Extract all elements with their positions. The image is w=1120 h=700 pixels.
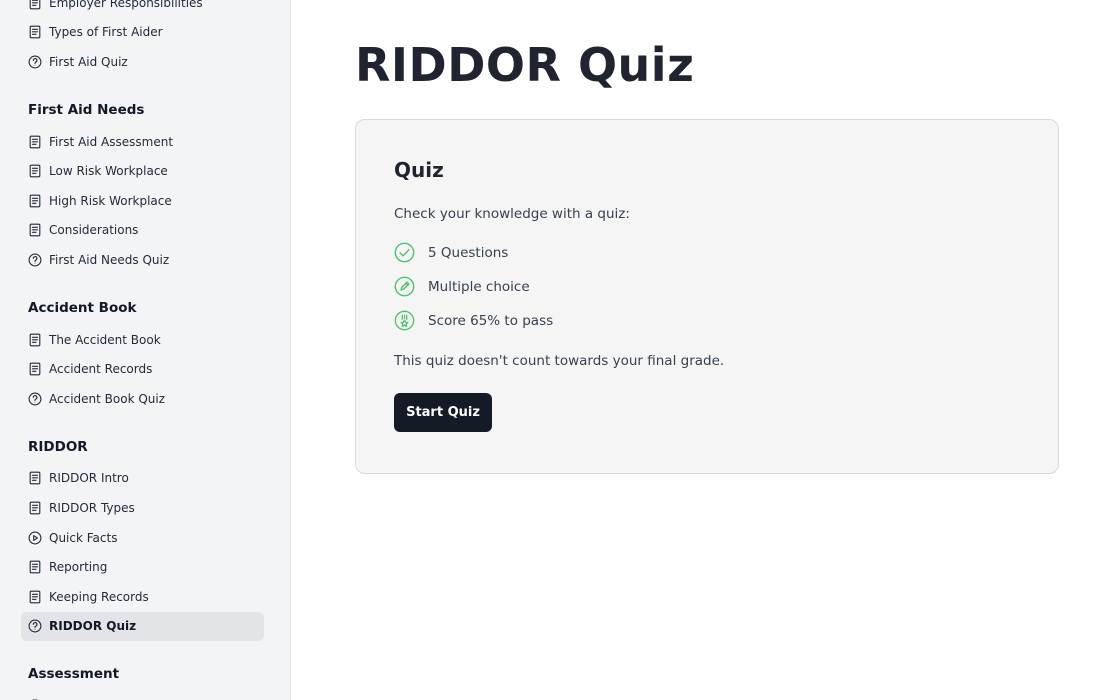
sidebar-item-types-of-first-aider[interactable]: Types of First Aider xyxy=(21,18,264,48)
sidebar-item-employer-responsibilities[interactable]: Employer Responsibilities xyxy=(21,0,264,18)
sidebar-item-keeping-records[interactable]: Keeping Records xyxy=(21,582,264,612)
document-icon xyxy=(28,194,42,208)
quiz-card: Quiz Check your knowledge with a quiz: 5… xyxy=(355,119,1059,474)
document-icon xyxy=(28,0,42,10)
sidebar-item-first-aid-needs-quiz[interactable]: First Aid Needs Quiz xyxy=(21,245,264,275)
sidebar-item-high-risk-workplace[interactable]: High Risk Workplace xyxy=(21,186,264,216)
feature-pass-score: Score 65% to pass xyxy=(394,310,553,331)
play-circle-icon xyxy=(28,531,42,545)
sidebar: Employer Responsibilities Types of First … xyxy=(0,0,291,700)
feature-multiple-choice: Multiple choice xyxy=(394,276,530,297)
document-icon xyxy=(28,471,42,485)
sidebar-item-label: RIDDOR Intro xyxy=(49,471,129,486)
sidebar-item-the-accident-book[interactable]: The Accident Book xyxy=(21,325,264,355)
document-icon xyxy=(28,164,42,178)
start-quiz-button[interactable]: Start Quiz xyxy=(394,393,492,432)
sidebar-item-reporting[interactable]: Reporting xyxy=(21,552,264,582)
question-circle-icon xyxy=(28,392,42,406)
sidebar-item-riddor-types[interactable]: RIDDOR Types xyxy=(21,493,264,523)
sidebar-item-riddor-intro[interactable]: RIDDOR Intro xyxy=(21,464,264,494)
document-icon xyxy=(28,135,42,149)
sidebar-item-label: Keeping Records xyxy=(49,589,149,604)
sidebar-item-first-aid-assessment[interactable]: First Aid Assessment xyxy=(21,127,264,157)
document-icon xyxy=(28,333,42,347)
question-circle-icon xyxy=(28,253,42,267)
question-circle-icon xyxy=(28,55,42,69)
sidebar-nav: Employer Responsibilities Types of First … xyxy=(0,0,290,700)
document-icon xyxy=(28,362,42,376)
feature-label: Multiple choice xyxy=(428,278,530,295)
document-icon xyxy=(28,590,42,604)
document-icon xyxy=(28,501,42,515)
quiz-grade-note: This quiz doesn't count towards your fin… xyxy=(394,353,725,369)
sidebar-item-label: Low Risk Workplace xyxy=(49,164,168,179)
feature-label: 5 Questions xyxy=(428,244,509,261)
sidebar-item-label: High Risk Workplace xyxy=(49,193,172,208)
section-heading: Assessment xyxy=(28,666,120,683)
document-icon xyxy=(28,560,42,574)
sidebar-item-label: Quick Facts xyxy=(49,530,118,545)
sidebar-item-label: Employer Responsibilities xyxy=(49,0,203,10)
sidebar-item-label: Considerations xyxy=(49,223,139,238)
feature-questions: 5 Questions xyxy=(394,242,508,263)
section-heading: RIDDOR xyxy=(28,438,88,455)
sidebar-item-considerations[interactable]: Considerations xyxy=(21,216,264,246)
sidebar-item-label: First Aid Assessment xyxy=(49,134,174,149)
sidebar-item-low-risk-workplace[interactable]: Low Risk Workplace xyxy=(21,156,264,186)
quiz-card-title: Quiz xyxy=(394,158,444,182)
sidebar-item-label: Types of First Aider xyxy=(49,25,163,40)
document-icon xyxy=(28,223,42,237)
sidebar-item-label: RIDDOR Types xyxy=(49,500,135,515)
sidebar-item-label: First Aid Needs Quiz xyxy=(49,252,170,267)
check-circle-icon xyxy=(394,242,415,263)
main-content: RIDDOR Quiz Quiz Check your knowledge wi… xyxy=(291,0,1120,700)
page-title: RIDDOR Quiz xyxy=(355,38,695,92)
sidebar-item-label: RIDDOR Quiz xyxy=(49,619,137,634)
sidebar-item-label: First Aid Quiz xyxy=(49,54,128,69)
sidebar-item-riddor-quiz[interactable]: RIDDOR Quiz xyxy=(21,611,264,642)
sidebar-item-accident-records[interactable]: Accident Records xyxy=(21,354,264,384)
question-circle-icon xyxy=(28,619,42,633)
pencil-circle-icon xyxy=(394,276,415,297)
section-heading: Accident Book xyxy=(28,299,137,316)
sidebar-item-first-aid-quiz[interactable]: First Aid Quiz xyxy=(21,47,264,77)
sidebar-item-accident-book-quiz[interactable]: Accident Book Quiz xyxy=(21,384,264,414)
feature-label: Score 65% to pass xyxy=(428,312,554,329)
document-icon xyxy=(28,25,42,39)
sidebar-item-riddor-test[interactable]: RIDDOR Test xyxy=(21,691,264,700)
sidebar-item-quick-facts[interactable]: Quick Facts xyxy=(21,523,264,553)
sidebar-item-label: The Accident Book xyxy=(49,332,161,347)
sidebar-item-label: Accident Book Quiz xyxy=(49,391,166,406)
sidebar-item-label: Reporting xyxy=(49,560,108,575)
quiz-intro-text: Check your knowledge with a quiz: xyxy=(394,206,630,222)
award-icon xyxy=(394,310,415,331)
sidebar-item-label: Accident Records xyxy=(49,362,153,377)
section-heading: First Aid Needs xyxy=(28,101,145,118)
